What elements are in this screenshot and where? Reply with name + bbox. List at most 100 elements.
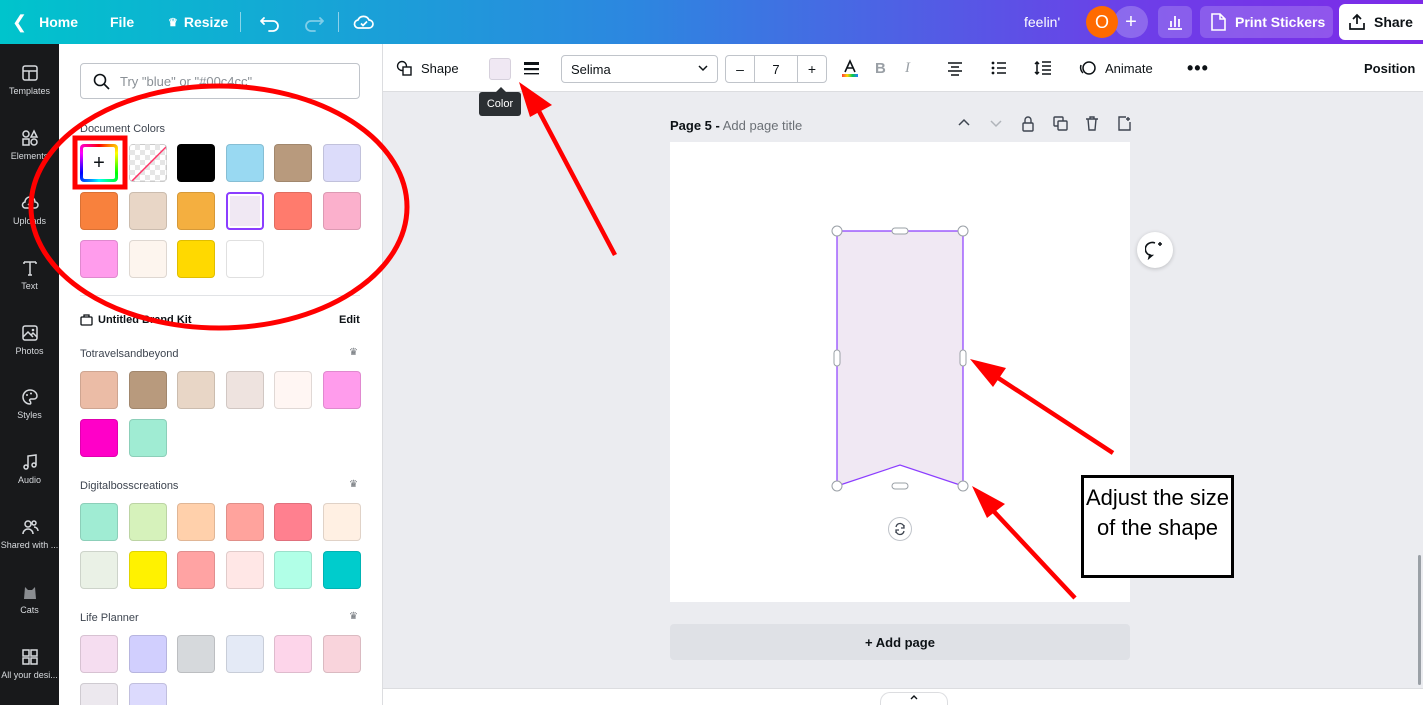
color-swatch[interactable] [80, 683, 118, 705]
color-search-input[interactable] [120, 73, 340, 89]
resize-handle-left[interactable] [833, 349, 841, 367]
resize-handle-top-left[interactable] [831, 225, 843, 237]
duplicate-page-icon[interactable] [1044, 116, 1076, 132]
color-swatch[interactable] [80, 371, 118, 409]
list-button[interactable] [990, 44, 1008, 92]
color-swatch[interactable] [129, 419, 167, 457]
color-swatch[interactable] [177, 192, 215, 230]
rail-item-designs[interactable]: All your desi... [0, 648, 59, 705]
italic-button[interactable]: I [905, 44, 910, 92]
rail-item-styles[interactable]: Styles [0, 388, 59, 448]
add-page-title-input[interactable]: Add page title [723, 118, 803, 133]
add-page-button[interactable]: + Add page [670, 624, 1130, 660]
rail-item-cats[interactable]: Cats [0, 583, 59, 643]
color-swatch[interactable] [323, 144, 361, 182]
fill-color-button[interactable] [489, 58, 511, 80]
cloud-saved-icon[interactable] [352, 10, 376, 34]
color-swatch[interactable] [323, 371, 361, 409]
color-swatch[interactable] [80, 635, 118, 673]
undo-icon[interactable] [258, 10, 282, 34]
rail-item-audio[interactable]: Audio [0, 453, 59, 513]
file-menu-button[interactable]: File [110, 0, 134, 44]
color-swatch[interactable] [323, 635, 361, 673]
color-swatch[interactable] [274, 192, 312, 230]
color-swatch[interactable] [274, 371, 312, 409]
color-swatch[interactable] [129, 192, 167, 230]
color-swatch[interactable] [226, 551, 264, 589]
color-swatch[interactable] [129, 503, 167, 541]
resize-handle-top-right[interactable] [957, 225, 969, 237]
rail-item-templates[interactable]: Templates [0, 64, 59, 124]
redo-icon[interactable] [302, 10, 326, 34]
spacing-button[interactable] [1034, 44, 1052, 92]
color-swatch[interactable] [80, 192, 118, 230]
color-swatch[interactable] [323, 551, 361, 589]
resize-button[interactable]: ♛ Resize [168, 0, 228, 44]
resize-handle-top[interactable] [891, 227, 909, 235]
text-color-button[interactable] [840, 44, 860, 92]
vertical-scrollbar[interactable] [1418, 555, 1421, 685]
add-color-button[interactable]: + [80, 144, 118, 182]
bold-button[interactable]: B [875, 44, 886, 92]
color-swatch[interactable] [226, 371, 264, 409]
font-dropdown[interactable]: Selima [561, 55, 718, 83]
color-swatch[interactable] [80, 240, 118, 278]
color-swatch[interactable] [226, 635, 264, 673]
lock-icon[interactable] [1012, 116, 1044, 132]
design-title[interactable]: feelin' [1024, 0, 1060, 44]
animate-button[interactable]: Animate [1079, 44, 1153, 92]
color-swatch[interactable] [323, 192, 361, 230]
color-swatch[interactable] [226, 240, 264, 278]
shape-button[interactable]: Shape [396, 44, 459, 92]
color-swatch[interactable] [129, 635, 167, 673]
rail-item-uploads[interactable]: Uploads [0, 194, 59, 254]
resize-handle-right[interactable] [959, 349, 967, 367]
color-swatch[interactable] [177, 503, 215, 541]
color-swatch[interactable] [129, 240, 167, 278]
color-swatch[interactable] [226, 192, 264, 230]
avatar[interactable]: O [1086, 6, 1118, 38]
color-swatch[interactable] [80, 551, 118, 589]
resize-handle-bottom-left[interactable] [831, 480, 843, 492]
rail-item-text[interactable]: Text [0, 259, 59, 319]
align-button[interactable] [946, 44, 964, 92]
print-stickers-button[interactable]: Print Stickers [1200, 6, 1333, 38]
add-comment-button[interactable] [1137, 232, 1173, 268]
color-swatch[interactable] [226, 503, 264, 541]
resize-handle-bottom-right[interactable] [957, 480, 969, 492]
color-swatch[interactable] [274, 503, 312, 541]
color-swatch[interactable] [177, 635, 215, 673]
color-swatch[interactable] [177, 371, 215, 409]
rotate-handle[interactable] [888, 517, 912, 541]
show-pages-button[interactable] [880, 692, 948, 705]
color-swatch[interactable] [274, 144, 312, 182]
more-options-button[interactable]: ••• [1187, 44, 1209, 92]
color-swatch[interactable] [274, 635, 312, 673]
rail-item-photos[interactable]: Photos [0, 324, 59, 384]
share-button[interactable]: Share [1339, 4, 1423, 40]
increase-size-button[interactable]: + [798, 56, 826, 82]
no-color-swatch[interactable] [129, 144, 167, 182]
color-swatch[interactable] [80, 419, 118, 457]
rail-item-elements[interactable]: Elements [0, 129, 59, 189]
edit-brand-kit-link[interactable]: Edit [339, 314, 360, 326]
position-button[interactable]: Position [1364, 44, 1415, 92]
color-swatch[interactable] [80, 503, 118, 541]
color-search-box[interactable] [80, 63, 360, 99]
border-style-button[interactable] [523, 44, 540, 92]
chevron-down-icon[interactable] [980, 116, 1012, 132]
insights-button[interactable] [1158, 6, 1192, 38]
color-swatch[interactable] [226, 144, 264, 182]
color-swatch[interactable] [177, 144, 215, 182]
color-swatch[interactable] [323, 503, 361, 541]
add-page-icon[interactable] [1108, 116, 1140, 132]
add-collaborator-button[interactable]: + [1114, 6, 1148, 38]
home-button[interactable]: ❮ Home [12, 0, 78, 44]
color-swatch[interactable] [129, 683, 167, 705]
color-swatch[interactable] [129, 371, 167, 409]
rail-item-shared[interactable]: Shared with ... [0, 518, 59, 578]
chevron-up-icon[interactable] [948, 116, 980, 132]
color-swatch[interactable] [177, 240, 215, 278]
resize-handle-bottom[interactable] [891, 482, 909, 490]
color-swatch[interactable] [177, 551, 215, 589]
